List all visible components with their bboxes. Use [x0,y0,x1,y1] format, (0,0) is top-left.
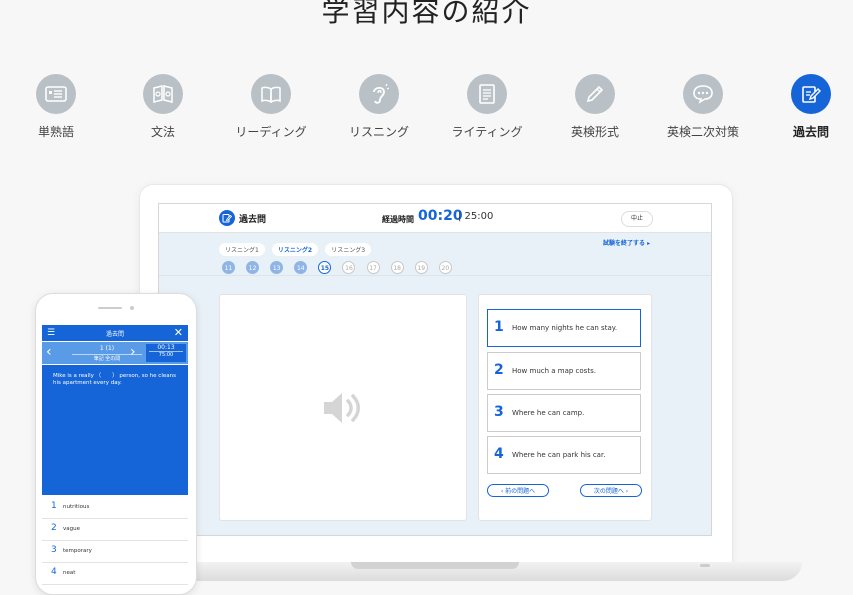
timer-label: 経過時間 [382,215,414,224]
category-reading[interactable]: リーディング [217,74,325,140]
timer-total: | 25:00 [458,211,494,222]
phone-option-3[interactable]: 3 temporary [42,540,188,563]
timer-value: 00:20 [418,208,463,224]
choice-number: 1 [494,319,504,335]
ear-icon [359,74,399,114]
category-label: 過去問 [792,125,829,139]
phone-header: ☰ 過去問 ✕ [42,325,188,341]
close-icon[interactable]: ✕ [174,326,183,339]
choice-number: 3 [494,404,504,420]
category-label: 単熟語 [37,125,74,139]
phone-camera [130,306,134,310]
category-label: 英検形式 [570,125,619,139]
category-label: ライティング [451,125,523,139]
question-number[interactable]: 18 [390,261,404,274]
page-title: 学習内容の紹介 [321,0,532,28]
question-number[interactable]: 11 [222,261,235,274]
phone-screen: ☰ 過去問 ✕ ‹ 1 (1) 筆記 全の問 › 00:13 75:00 Mik… [42,325,188,594]
phone-title: 過去問 [105,331,124,338]
option-number: 3 [51,545,57,555]
question-number-list: 11 12 13 14 15 16 17 18 19 20 [222,255,458,274]
phone-option-4[interactable]: 4 neat [42,562,188,585]
option-number: 4 [51,567,57,577]
pencil-icon [575,74,615,114]
laptop-indicator [700,564,710,567]
phone-option-1[interactable]: 1 nutritious [42,496,188,519]
pause-button[interactable]: 中止 [621,211,653,227]
category-listening[interactable]: リスニング [325,74,433,140]
answer-choice-1[interactable]: 1 How many nights he can stay. [487,309,641,347]
question-text: Mike is a really （ ） person, so he clean… [53,373,176,386]
answer-choice-2[interactable]: 2 How much a map costs. [487,352,641,390]
question-number[interactable]: 14 [294,261,308,274]
open-book-icon [251,74,291,114]
choice-text: How many nights he can stay. [512,324,618,332]
choice-text: How much a map costs. [512,367,596,375]
option-number: 1 [51,501,57,511]
prev-label: 前の問題へ [505,488,536,495]
phone-timer: 00:13 75:00 [146,344,186,362]
laptop-notch [351,562,519,569]
option-word: neat [63,570,76,576]
choice-number: 4 [494,446,504,462]
phone-question-nav: ‹ 1 (1) 筆記 全の問 › 00:13 75:00 [42,342,188,364]
option-number: 2 [51,523,57,533]
choice-text: Where he can camp. [512,409,585,417]
option-word: vague [63,526,80,532]
question-number[interactable]: 20 [438,261,452,274]
document-icon [467,74,507,114]
next-arrow-icon: › [623,488,629,495]
question-number[interactable]: 13 [270,261,284,274]
next-question-button[interactable]: 次の問題へ › [580,484,642,497]
answer-choice-4[interactable]: 4 Where he can park his car. [487,436,641,474]
category-label: リスニング [348,125,409,139]
audio-panel [219,294,467,521]
speech-bubble-icon [683,74,723,114]
book-open-icon [143,74,183,114]
question-number[interactable]: 12 [246,261,260,274]
category-past-exams[interactable]: 過去問 [757,74,853,140]
chevron-right-icon[interactable]: › [130,344,136,360]
phone-time-total: 75:00 [149,351,183,358]
category-writing[interactable]: ライティング [433,74,541,140]
phone-question-area: Mike is a really （ ） person, so he clean… [42,365,188,495]
phone-speaker [98,307,122,309]
phone-time-elapsed: 00:13 [157,344,175,351]
choice-text: Where he can park his car. [512,451,606,459]
next-label: 次の問題へ [593,488,624,495]
option-word: temporary [63,548,92,554]
card-icon [36,74,76,114]
app-name: 過去問 [239,215,267,225]
category-label: 英検二次対策 [666,125,739,139]
chevron-left-icon[interactable]: ‹ [46,344,52,360]
question-number-current[interactable]: 15 [318,261,332,274]
category-vocabulary[interactable]: 単熟語 [2,74,110,140]
category-label: リーディング [235,125,307,139]
option-word: nutritious [63,504,90,510]
category-eiken-format[interactable]: 英検形式 [541,74,649,140]
edit-document-icon [219,210,235,226]
prev-question-button[interactable]: ‹ 前の問題へ [487,484,549,497]
laptop-screen: 過去問 経過時間 00:20 | 25:00 中止 リスニング1 リスニング2 … [158,203,712,536]
phone-option-2[interactable]: 2 vague [42,518,188,541]
question-number[interactable]: 19 [414,261,428,274]
phone-frame: ☰ 過去問 ✕ ‹ 1 (1) 筆記 全の問 › 00:13 75:00 Mik… [35,293,197,595]
choices-panel: 1 How many nights he can stay. 2 How muc… [478,294,652,521]
app-header: 過去問 経過時間 00:20 | 25:00 中止 [159,204,711,233]
category-nav: 単熟語 文法 リーディング リスニング ライティング 英検形式 英検二次対策 過… [0,74,853,144]
choice-number: 2 [494,362,504,378]
speaker-icon[interactable] [320,388,366,428]
question-number[interactable]: 17 [366,261,380,274]
question-number[interactable]: 16 [342,261,356,274]
section-tabs: リスニング1 リスニング2 リスニング3 [219,237,373,256]
category-label: 文法 [150,125,175,139]
answer-choice-3[interactable]: 3 Where he can camp. [487,394,641,432]
divider [159,275,711,276]
category-eiken-interview[interactable]: 英検二次対策 [649,74,757,140]
category-grammar[interactable]: 文法 [109,74,217,140]
finish-exam-link[interactable]: 試験を終了する ▸ [603,238,650,247]
edit-document-icon [791,74,831,114]
